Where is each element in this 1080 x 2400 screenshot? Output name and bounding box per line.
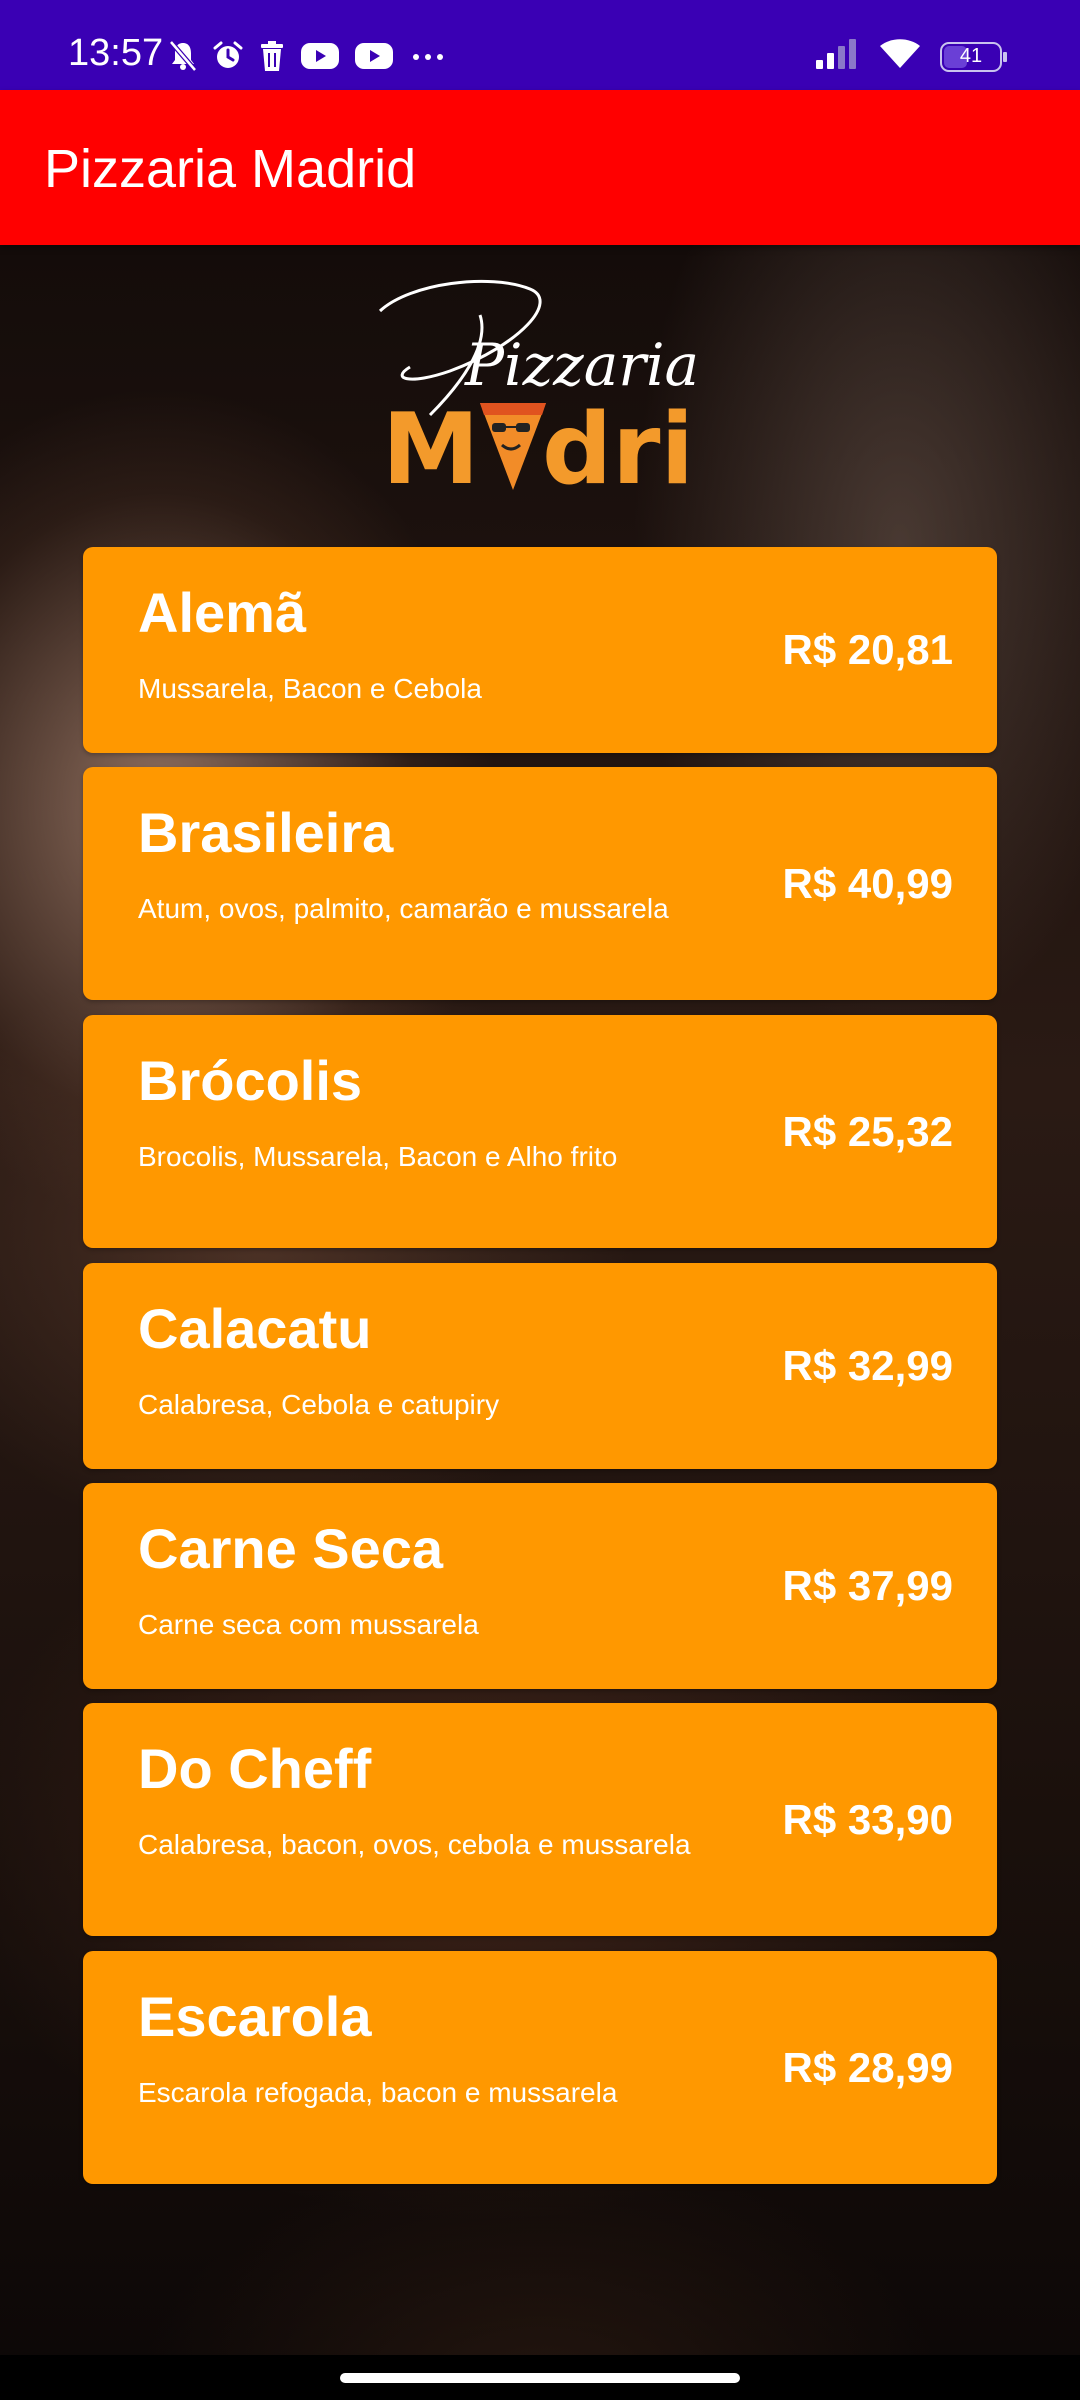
pizza-description: Calabresa, Cebola e catupiry	[138, 1389, 500, 1420]
pizza-price: R$ 20,81	[782, 626, 953, 673]
pizza-description: Calabresa, bacon, ovos, cebola e mussare…	[138, 1829, 691, 1860]
pizza-name: Brasileira	[138, 801, 394, 864]
wifi-icon	[878, 38, 922, 75]
battery-level: 41	[959, 45, 983, 67]
trash-icon	[258, 40, 286, 77]
navigation-bar	[0, 2355, 1080, 2400]
pizzaria-madri-logo: Pizzaria M dri	[370, 275, 710, 507]
pizza-price: R$ 33,90	[782, 1795, 953, 1843]
status-icons-right: 41	[814, 38, 1007, 75]
signal-icon	[814, 38, 860, 75]
app-title: Pizzaria Madrid	[44, 139, 417, 199]
pizza-price: R$ 28,99	[782, 2043, 953, 2091]
screen: 13:57 41 Pizzaria Madrid Pizzaria M dri …	[0, 0, 1080, 2400]
battery-icon: 41	[940, 41, 1007, 72]
pizza-price: R$ 25,32	[782, 1107, 953, 1155]
pizza-description: Escarola refogada, bacon e mussarela	[138, 2077, 618, 2108]
menu-item-card[interactable]: Alemã Mussarela, Bacon e Cebola R$ 20,81	[83, 547, 997, 753]
mute-icon	[168, 40, 198, 77]
youtube-icon	[300, 41, 340, 76]
menu-item-card[interactable]: Brasileira Atum, ovos, palmito, camarão e…	[83, 767, 997, 1000]
pizza-slice-icon	[480, 403, 546, 490]
more-dots-icon	[408, 41, 448, 76]
logo-m: M	[382, 393, 480, 500]
pizza-description: Brocolis, Mussarela, Bacon e Alho frito	[138, 1141, 618, 1172]
pizza-name: Escarola	[138, 1985, 372, 2048]
pizza-price: R$ 37,99	[782, 1562, 953, 1609]
menu-item-card[interactable]: Escarola Escarola refogada, bacon e mussa…	[83, 1951, 997, 2184]
pizza-name: Do Cheff	[138, 1737, 372, 1800]
pizza-description: Atum, ovos, palmito, camarão e mussarela	[138, 893, 669, 924]
menu-item-card[interactable]: Calacatu Calabresa, Cebola e catupiry R$ 3…	[83, 1263, 997, 1469]
alarm-icon	[212, 40, 244, 77]
pizza-name: Alemã	[138, 581, 307, 644]
menu-item-card[interactable]: Brócolis Brocolis, Mussarela, Bacon e Alh…	[83, 1015, 997, 1248]
pizza-price: R$ 40,99	[782, 859, 953, 907]
status-bar: 13:57 41	[0, 0, 1080, 90]
status-time: 13:57	[68, 32, 164, 74]
pizza-name: Carne Seca	[138, 1517, 444, 1580]
menu-item-card[interactable]: Carne Seca Carne seca com mussarela R$ 37,…	[83, 1483, 997, 1689]
youtube-icon	[354, 41, 394, 76]
status-icons-left	[168, 40, 448, 77]
logo-dri: dri	[542, 393, 694, 500]
app-bar: Pizzaria Madrid	[0, 90, 1080, 245]
pizza-name: Brócolis	[138, 1049, 363, 1112]
home-indicator[interactable]	[340, 2373, 740, 2383]
menu-item-card[interactable]: Do Cheff Calabresa, bacon, ovos, cebola e…	[83, 1703, 997, 1936]
pizza-price: R$ 32,99	[782, 1342, 953, 1389]
pizza-description: Mussarela, Bacon e Cebola	[138, 673, 482, 704]
pizza-description: Carne seca com mussarela	[138, 1609, 479, 1640]
pizza-name: Calacatu	[138, 1297, 372, 1360]
logo-script-text: Pizzaria	[464, 331, 699, 399]
